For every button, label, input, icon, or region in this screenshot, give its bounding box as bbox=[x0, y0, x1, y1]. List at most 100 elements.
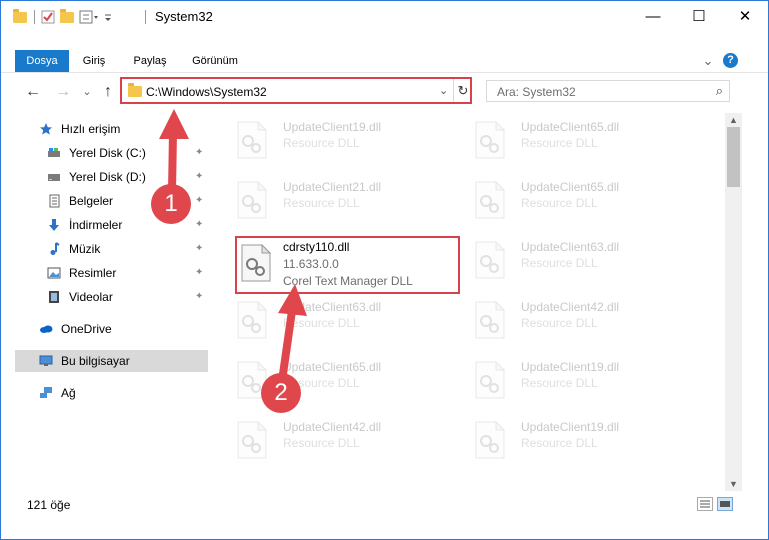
file-item[interactable]: UpdateClient19.dll Resource DLL bbox=[453, 413, 673, 467]
sidebar-item-drive-d[interactable]: Yerel Disk (D:) ✦ bbox=[15, 166, 208, 188]
folder-icon bbox=[128, 83, 142, 97]
step-marker-1: 1 bbox=[151, 184, 191, 224]
file-list: cdrsty110.dll 11.633.0.0 Corel Text Mana… bbox=[215, 113, 725, 491]
status-bar: 121 öğe bbox=[1, 493, 768, 515]
file-item[interactable]: UpdateClient63.dll Resource DLL bbox=[453, 233, 673, 287]
file-item[interactable]: UpdateClient65.dll Resource DLL bbox=[215, 353, 435, 407]
pin-icon[interactable]: ✦ bbox=[195, 142, 203, 164]
search-placeholder: Ara: System32 bbox=[497, 85, 576, 99]
pin-icon[interactable]: ✦ bbox=[195, 286, 203, 308]
properties-icon[interactable] bbox=[41, 9, 55, 25]
file-name: UpdateClient21.dll bbox=[283, 180, 382, 194]
videos-icon bbox=[49, 291, 59, 303]
sidebar-item-label: İndirmeler bbox=[69, 218, 123, 232]
dll-file-icon bbox=[475, 361, 505, 399]
dll-file-icon bbox=[237, 121, 267, 159]
sidebar-item-onedrive[interactable]: OneDrive bbox=[15, 318, 208, 340]
scroll-up-icon[interactable]: ▲ bbox=[725, 113, 742, 127]
tab-file[interactable]: Dosya bbox=[15, 50, 69, 72]
search-input[interactable]: Ara: System32 ⌕ bbox=[486, 80, 730, 102]
item-count: 121 öğe bbox=[27, 498, 71, 512]
minimize-button[interactable]: — bbox=[630, 1, 676, 33]
tab-home[interactable]: Giriş bbox=[71, 50, 117, 72]
file-name: UpdateClient42.dll bbox=[521, 300, 620, 314]
search-icon[interactable]: ⌕ bbox=[716, 83, 723, 99]
file-name: UpdateClient19.dll bbox=[283, 120, 382, 134]
file-description: Resource DLL bbox=[283, 436, 360, 450]
computer-icon bbox=[39, 355, 53, 366]
pin-icon[interactable]: ✦ bbox=[195, 166, 203, 188]
help-icon[interactable]: ? bbox=[723, 53, 738, 68]
tiles-view-icon[interactable] bbox=[717, 497, 733, 511]
vertical-scrollbar[interactable]: ▲ ▼ bbox=[725, 113, 742, 491]
recent-locations-button[interactable]: ⌄ bbox=[77, 82, 97, 102]
file-item[interactable]: UpdateClient19.dll Resource DLL bbox=[453, 353, 673, 407]
file-item[interactable]: UpdateClient63.dll Resource DLL bbox=[215, 293, 435, 347]
customize-dropdown-icon[interactable] bbox=[103, 9, 113, 25]
close-button[interactable]: ✕ bbox=[722, 1, 768, 33]
ribbon-collapse-icon[interactable]: ⌄ bbox=[699, 50, 717, 72]
tab-view[interactable]: Görünüm bbox=[183, 50, 247, 72]
dll-file-icon bbox=[237, 301, 267, 339]
new-folder-icon[interactable] bbox=[60, 8, 74, 25]
pictures-icon bbox=[47, 267, 61, 279]
dll-file-icon bbox=[475, 421, 505, 459]
separator bbox=[145, 9, 146, 25]
file-item[interactable]: UpdateClient42.dll Resource DLL bbox=[215, 413, 435, 467]
window-title: System32 bbox=[155, 9, 213, 24]
sidebar-item-label: Ağ bbox=[61, 386, 76, 400]
back-button[interactable]: ← bbox=[23, 82, 43, 102]
refresh-button[interactable]: ↻ bbox=[453, 79, 472, 102]
forward-button[interactable]: → bbox=[53, 82, 73, 102]
sidebar-item-label: OneDrive bbox=[61, 322, 112, 336]
file-item[interactable]: UpdateClient65.dll Resource DLL bbox=[453, 173, 673, 227]
address-bar[interactable]: C:\Windows\System32 ⌄ ↻ bbox=[120, 77, 472, 104]
separator bbox=[34, 9, 35, 25]
sidebar-item-music[interactable]: Müzik ✦ bbox=[15, 238, 208, 260]
dll-file-icon bbox=[475, 121, 505, 159]
tab-share[interactable]: Paylaş bbox=[125, 50, 175, 72]
file-description: Resource DLL bbox=[521, 316, 598, 330]
pin-icon[interactable]: ✦ bbox=[195, 190, 203, 212]
file-item[interactable]: UpdateClient19.dll Resource DLL bbox=[215, 113, 435, 167]
title-bar: System32 — ☐ ✕ bbox=[1, 1, 768, 33]
explorer-window: System32 — ☐ ✕ Dosya Giriş Paylaş Görünü… bbox=[0, 0, 769, 540]
sidebar-item-videos[interactable]: Videolar ✦ bbox=[15, 286, 208, 308]
view-icon[interactable] bbox=[79, 9, 99, 25]
star-icon bbox=[40, 123, 52, 135]
maximize-button[interactable]: ☐ bbox=[676, 1, 722, 33]
cloud-icon bbox=[40, 325, 53, 333]
up-button[interactable]: ↑ bbox=[98, 82, 118, 102]
drive-icon bbox=[48, 148, 60, 157]
file-item[interactable]: UpdateClient21.dll Resource DLL bbox=[215, 173, 435, 227]
address-path[interactable]: C:\Windows\System32 bbox=[146, 85, 267, 99]
dll-file-icon bbox=[475, 181, 505, 219]
file-item[interactable]: UpdateClient65.dll Resource DLL bbox=[453, 113, 673, 167]
file-name: cdrsty110.dll bbox=[283, 240, 350, 254]
file-item-selected[interactable]: cdrsty110.dll 11.633.0.0 Corel Text Mana… bbox=[235, 236, 460, 294]
pin-icon[interactable]: ✦ bbox=[195, 238, 203, 260]
file-description: Resource DLL bbox=[283, 316, 360, 330]
pin-icon[interactable]: ✦ bbox=[195, 262, 203, 284]
sidebar-item-quick-access[interactable]: Hızlı erişim bbox=[15, 118, 208, 140]
file-name: UpdateClient63.dll bbox=[283, 300, 382, 314]
details-view-icon[interactable] bbox=[697, 497, 713, 511]
file-item[interactable]: UpdateClient42.dll Resource DLL bbox=[453, 293, 673, 347]
file-description: Resource DLL bbox=[521, 136, 598, 150]
address-dropdown-icon[interactable]: ⌄ bbox=[439, 84, 448, 97]
dll-file-icon bbox=[241, 244, 271, 282]
sidebar-item-pictures[interactable]: Resimler ✦ bbox=[15, 262, 208, 284]
documents-icon bbox=[49, 194, 60, 208]
sidebar-item-network[interactable]: Ağ bbox=[15, 382, 208, 404]
file-name: UpdateClient63.dll bbox=[521, 240, 620, 254]
step-marker-2: 2 bbox=[261, 373, 301, 413]
pin-icon[interactable]: ✦ bbox=[195, 214, 203, 236]
sidebar-item-this-pc[interactable]: Bu bilgisayar bbox=[15, 350, 208, 372]
dll-file-icon bbox=[475, 301, 505, 339]
sidebar-item-drive-c[interactable]: Yerel Disk (C:) ✦ bbox=[15, 142, 208, 164]
scroll-thumb[interactable] bbox=[727, 127, 740, 187]
file-name: UpdateClient42.dll bbox=[283, 420, 382, 434]
dll-file-icon bbox=[237, 181, 267, 219]
scroll-down-icon[interactable]: ▼ bbox=[725, 477, 742, 491]
file-name: UpdateClient19.dll bbox=[521, 360, 620, 374]
